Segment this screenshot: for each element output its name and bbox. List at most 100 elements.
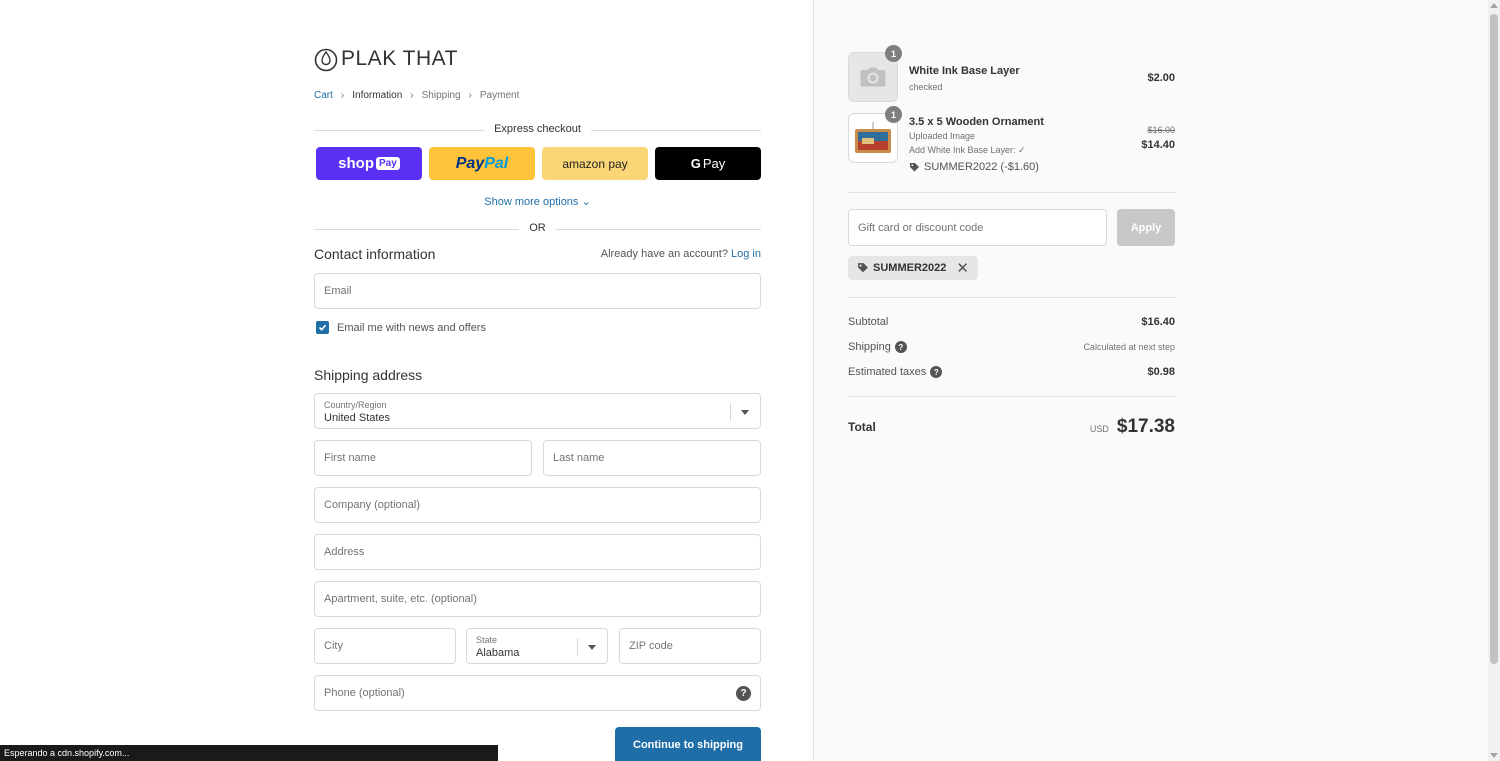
item-original-price: $16.00 <box>1147 125 1175 135</box>
country-select[interactable]: Country/Region United States <box>314 393 761 429</box>
country-label: Country/Region <box>324 400 387 410</box>
tag-icon <box>910 162 919 171</box>
breadcrumb-payment: Payment <box>479 90 520 101</box>
google-pay-button[interactable]: G Pay <box>655 147 761 180</box>
divider <box>848 192 1175 193</box>
last-name-field[interactable] <box>543 440 761 476</box>
express-checkout-buttons: shop Pay Pay Pal amazon pay G Pay <box>316 147 761 180</box>
chevron-down-icon: ⌄ <box>581 196 591 208</box>
google-pay-text: Pay <box>702 156 726 171</box>
login-link[interactable]: Log in <box>731 248 761 260</box>
google-g-icon: G <box>690 156 701 171</box>
company-input[interactable] <box>315 488 760 522</box>
phone-input[interactable] <box>315 676 760 710</box>
scrollbar-thumb[interactable] <box>1490 14 1498 664</box>
tag-icon <box>858 263 868 273</box>
shipping-label: Shipping <box>848 341 891 353</box>
address-input[interactable] <box>315 535 760 569</box>
applied-discount-code: SUMMER2022 <box>873 262 947 274</box>
or-label: OR <box>519 222 556 234</box>
chevron-right-icon: › <box>468 90 472 101</box>
email-field[interactable] <box>314 273 761 309</box>
checkbox-checked-icon[interactable] <box>316 321 329 334</box>
apply-label: Apply <box>1130 221 1162 234</box>
item-price: $2.00 <box>1147 72 1175 84</box>
city-input[interactable] <box>315 629 455 663</box>
shop-pay-text: shop <box>338 155 375 172</box>
item-variant: Uploaded Image <box>909 131 976 141</box>
first-name-input[interactable] <box>315 441 531 475</box>
shipping-address-title: Shipping address <box>314 367 423 383</box>
divider <box>848 396 1175 397</box>
breadcrumb-information: Information <box>352 90 403 101</box>
newsletter-checkbox[interactable]: Email me with news and offers <box>316 321 486 334</box>
scroll-up-arrow-icon[interactable] <box>1490 3 1498 8</box>
apartment-input[interactable] <box>315 582 760 616</box>
last-name-input[interactable] <box>544 441 760 475</box>
drop-logo-icon <box>314 48 338 72</box>
email-input[interactable] <box>315 274 760 308</box>
address-field[interactable] <box>314 534 761 570</box>
help-circle-icon[interactable]: ? <box>930 366 943 379</box>
contact-information-title: Contact information <box>314 246 436 262</box>
express-checkout-divider: Express checkout <box>314 123 761 139</box>
brand-name: PLAK THAT <box>341 47 458 70</box>
applied-discount-tag: SUMMER2022 ✕ <box>848 256 978 280</box>
total-value: $17.38 <box>1116 416 1175 437</box>
item-variant: checked <box>909 82 943 92</box>
item-discount: SUMMER2022 (-$1.60) <box>909 161 1039 173</box>
discount-code-input[interactable] <box>849 210 1106 245</box>
total-currency: USD <box>1089 424 1109 434</box>
quantity-badge: 1 <box>885 45 902 62</box>
camera-icon <box>860 67 886 87</box>
phone-field[interactable]: ? <box>314 675 761 711</box>
zip-input[interactable] <box>620 629 760 663</box>
remove-discount-close-icon[interactable]: ✕ <box>956 259 969 277</box>
item-name: 3.5 x 5 Wooden Ornament <box>909 116 1044 128</box>
express-checkout-title: Express checkout <box>484 123 591 135</box>
zip-field[interactable] <box>619 628 761 664</box>
taxes-label: Estimated taxes <box>848 366 927 378</box>
item-discount-text: SUMMER2022 (-$1.60) <box>924 161 1039 173</box>
store-logo[interactable]: PLAK THAT <box>314 46 458 72</box>
account-prompt-text: Already have an account? <box>600 248 728 260</box>
quantity-badge: 1 <box>885 106 902 123</box>
shipping-value: Calculated at next step <box>1083 342 1175 353</box>
subtotal-row: Subtotal $16.40 <box>848 316 1175 328</box>
state-value: Alabama <box>476 647 520 659</box>
state-label: State <box>476 635 498 645</box>
breadcrumb: Cart › Information › Shipping › Payment <box>314 90 519 101</box>
discount-code-field[interactable] <box>848 209 1107 246</box>
account-prompt: Already have an account? Log in <box>601 248 761 260</box>
subtotal-value: $16.40 <box>1141 316 1175 328</box>
city-field[interactable] <box>314 628 456 664</box>
taxes-value: $0.98 <box>1147 366 1175 379</box>
state-select[interactable]: State Alabama <box>466 628 608 664</box>
apartment-field[interactable] <box>314 581 761 617</box>
show-more-options-link[interactable]: Show more options ⌄ <box>314 195 761 208</box>
continue-to-shipping-button[interactable]: Continue to shipping <box>615 727 761 761</box>
paypal-button[interactable]: Pay Pal <box>429 147 535 180</box>
shop-pay-button[interactable]: shop Pay <box>316 147 422 180</box>
paypal-text-pay: Pay <box>455 154 485 172</box>
paypal-text-pal: Pal <box>484 154 509 172</box>
divider <box>848 297 1175 298</box>
chevron-right-icon: › <box>410 90 414 101</box>
ornament-image-icon <box>855 122 891 153</box>
help-circle-icon[interactable]: ? <box>894 341 907 354</box>
amazon-pay-button[interactable]: amazon pay <box>542 147 648 180</box>
item-price: $14.40 <box>1141 139 1175 151</box>
select-separator <box>577 638 578 656</box>
apply-discount-button[interactable]: Apply <box>1117 209 1175 246</box>
first-name-field[interactable] <box>314 440 532 476</box>
show-more-options-label: Show more options <box>484 196 579 208</box>
chevron-right-icon: › <box>340 90 345 101</box>
item-variant: Add White Ink Base Layer: ✓ <box>909 145 1026 155</box>
page-scrollbar[interactable] <box>1488 0 1500 761</box>
breadcrumb-cart[interactable]: Cart <box>314 90 333 101</box>
company-field[interactable] <box>314 487 761 523</box>
help-circle-icon[interactable]: ? <box>736 686 751 701</box>
order-summary-panel: 1 White Ink Base Layer checked $2.00 1 3… <box>813 0 1488 761</box>
scroll-down-arrow-icon[interactable] <box>1490 753 1498 758</box>
shop-pay-badge: Pay <box>376 157 400 170</box>
